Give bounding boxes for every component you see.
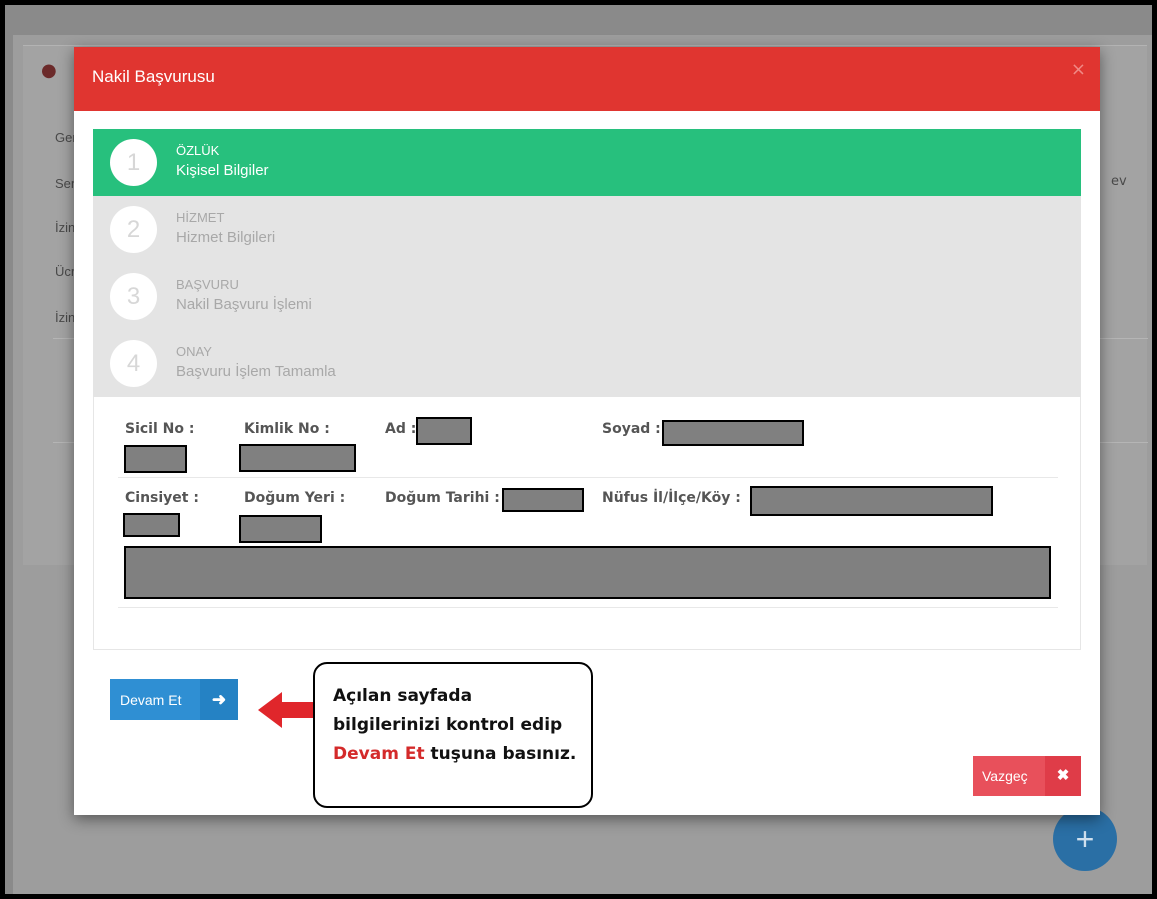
step-ozluk[interactable]: 1 ÖZLÜK Kişisel Bilgiler bbox=[93, 129, 1081, 196]
add-fab-button[interactable]: + bbox=[1053, 807, 1117, 871]
dogum-yeri-label: Doğum Yeri : bbox=[244, 490, 346, 506]
divider bbox=[118, 607, 1058, 608]
step-title: ÖZLÜK bbox=[176, 143, 220, 158]
screenshot-frame: ● Gen Sen İzin Ücr İzin ev + Nakil Başvu… bbox=[0, 0, 1157, 899]
vazgec-button[interactable]: Vazgeç ✖ bbox=[973, 756, 1081, 796]
redacted-sicil-no bbox=[124, 445, 187, 473]
nufus-label: Nüfus İl/İlçe/Köy : bbox=[602, 490, 741, 506]
dogum-tarihi-label: Doğum Tarihi : bbox=[385, 490, 500, 506]
close-x-icon: ✖ bbox=[1045, 756, 1081, 796]
callout-line: bilgilerinizi kontrol edip bbox=[333, 715, 563, 735]
modal-title: Nakil Başvurusu bbox=[92, 67, 215, 86]
callout-line: Devam Et tuşuna basınız. bbox=[333, 740, 577, 769]
sicil-no-label: Sicil No : bbox=[125, 421, 195, 437]
instruction-callout: Açılan sayfada bilgilerinizi kontrol edi… bbox=[313, 662, 593, 808]
close-icon[interactable]: × bbox=[1071, 59, 1086, 80]
modal-header: Nakil Başvurusu × bbox=[74, 47, 1100, 111]
step-title: ONAY bbox=[176, 344, 212, 359]
redacted-dogum-yeri bbox=[239, 515, 322, 543]
redacted-nufus bbox=[750, 486, 993, 516]
step-title: BAŞVURU bbox=[176, 277, 239, 292]
personal-info-panel: Sicil No : Kimlik No : Ad : Soyad : Cins… bbox=[93, 397, 1081, 650]
devam-et-label: Devam Et bbox=[120, 691, 182, 708]
callout-line-rest: tuşuna basınız. bbox=[424, 744, 577, 764]
redacted-dogum-tarihi bbox=[502, 488, 584, 512]
step-number: 1 bbox=[110, 139, 157, 186]
step-subtitle: Hizmet Bilgileri bbox=[176, 229, 276, 246]
callout-line: Açılan sayfada bbox=[333, 686, 473, 706]
bg-right-text: ev bbox=[1111, 174, 1127, 189]
redacted-cinsiyet bbox=[123, 513, 180, 537]
divider bbox=[118, 477, 1058, 478]
step-title: HİZMET bbox=[176, 210, 225, 225]
bg-menu-item[interactable]: Ücr bbox=[55, 264, 75, 279]
step-number: 4 bbox=[110, 340, 157, 387]
redacted-kimlik-no bbox=[239, 444, 356, 472]
arrow-left-icon bbox=[258, 692, 318, 728]
step-number: 3 bbox=[110, 273, 157, 320]
kimlik-no-label: Kimlik No : bbox=[244, 421, 330, 437]
ad-label: Ad : bbox=[385, 421, 417, 437]
arrow-right-icon: ➜ bbox=[200, 679, 238, 720]
callout-highlight: Devam Et bbox=[333, 744, 425, 764]
redacted-soyad bbox=[662, 420, 804, 446]
step-subtitle: Kişisel Bilgiler bbox=[176, 162, 269, 179]
step-onay[interactable]: 4 ONAY Başvuru İşlem Tamamla bbox=[93, 330, 1081, 397]
step-basvuru[interactable]: 3 BAŞVURU Nakil Başvuru İşlemi bbox=[93, 263, 1081, 330]
step-subtitle: Başvuru İşlem Tamamla bbox=[176, 363, 336, 380]
vazgec-label: Vazgeç bbox=[982, 768, 1028, 784]
step-hizmet[interactable]: 2 HİZMET Hizmet Bilgileri bbox=[93, 196, 1081, 263]
tag-icon: ● bbox=[41, 60, 57, 81]
redacted-address bbox=[124, 546, 1051, 599]
step-subtitle: Nakil Başvuru İşlemi bbox=[176, 296, 312, 313]
wizard-steps: 1 ÖZLÜK Kişisel Bilgiler 2 HİZMET Hizmet… bbox=[93, 129, 1081, 397]
step-number: 2 bbox=[110, 206, 157, 253]
redacted-ad bbox=[416, 417, 472, 445]
cinsiyet-label: Cinsiyet : bbox=[125, 490, 199, 506]
bg-menu-item[interactable]: İzin bbox=[55, 220, 75, 235]
soyad-label: Soyad : bbox=[602, 421, 661, 437]
bg-menu-item[interactable]: İzin bbox=[55, 310, 75, 325]
devam-et-button[interactable]: Devam Et ➜ bbox=[110, 679, 238, 720]
